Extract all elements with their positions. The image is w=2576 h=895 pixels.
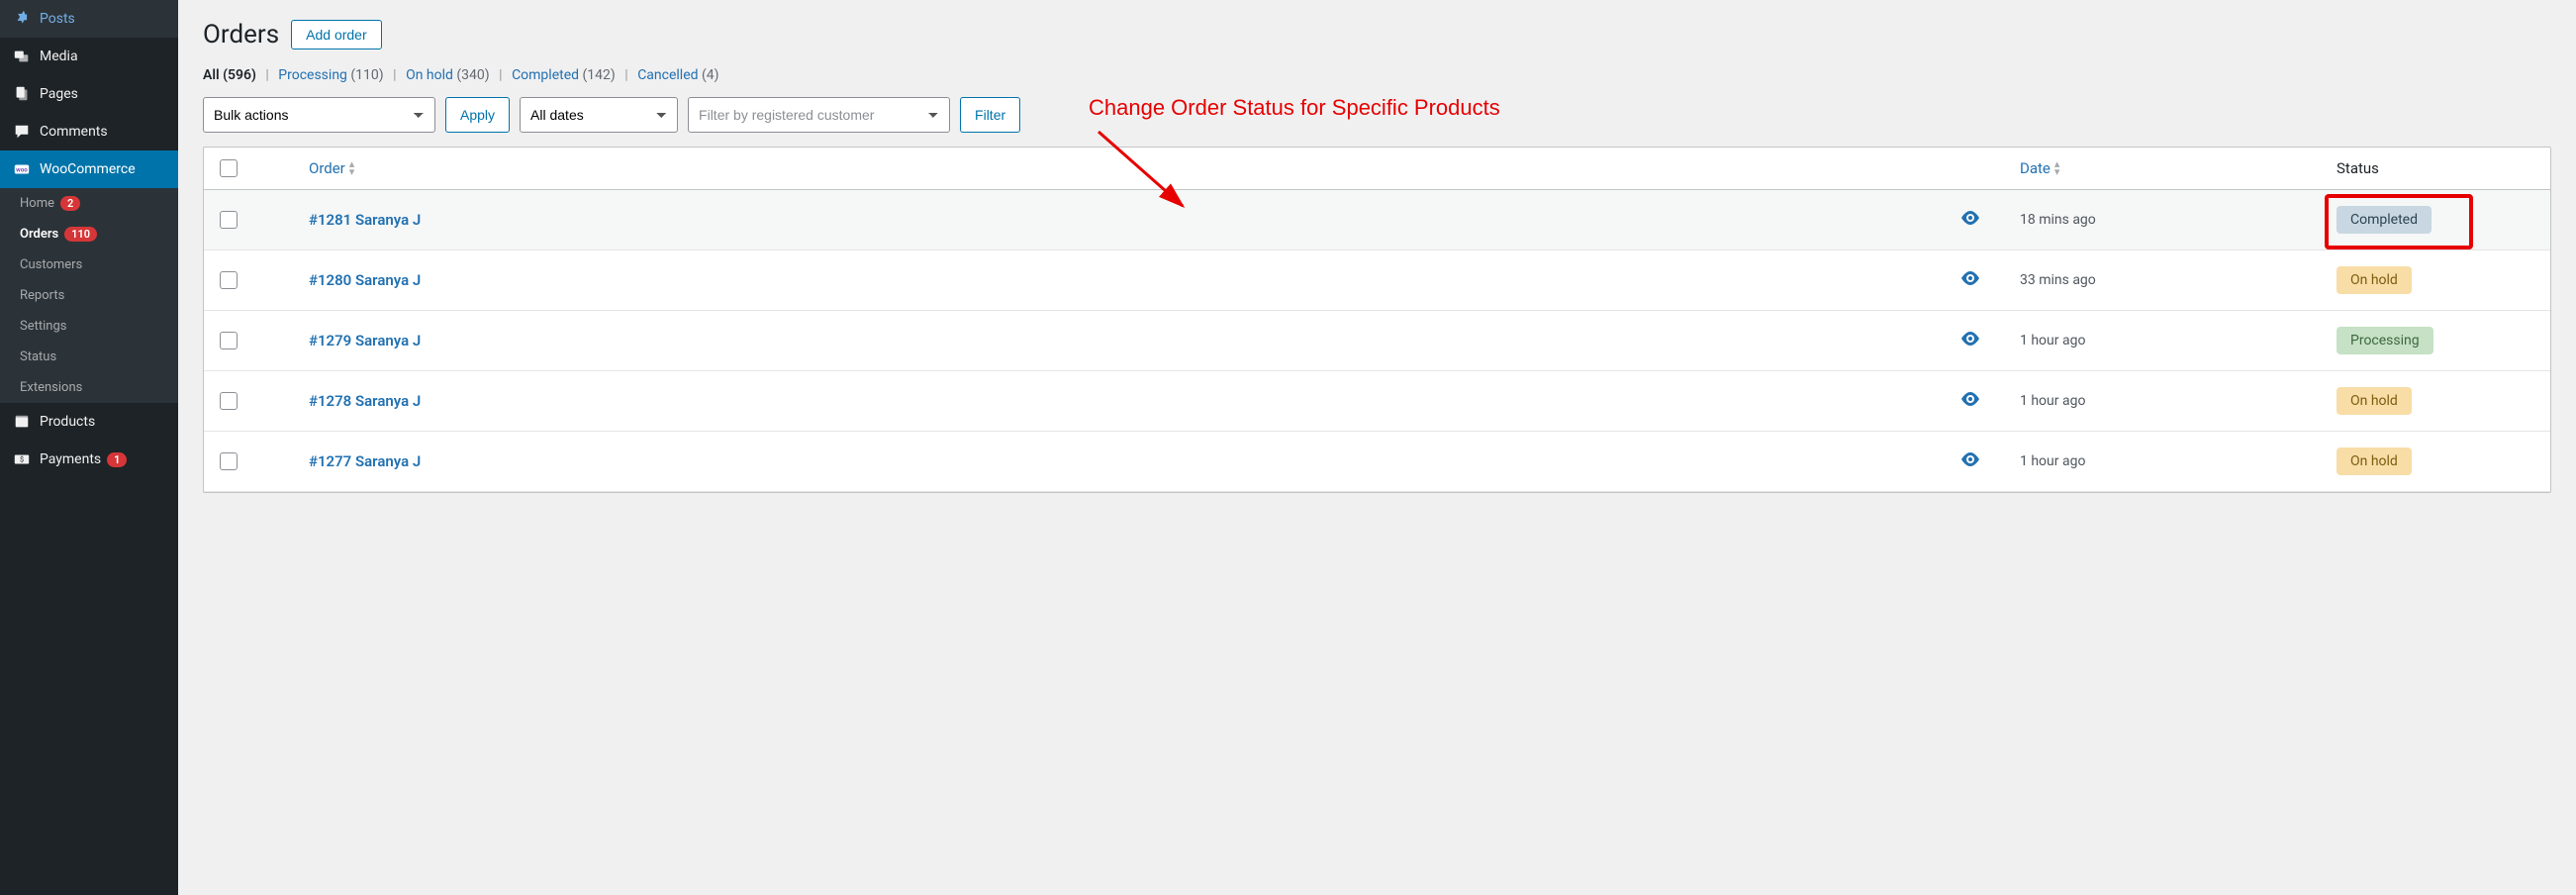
- filter-processing[interactable]: Processing (110): [278, 67, 383, 83]
- apply-button[interactable]: Apply: [445, 97, 510, 133]
- annotation-text: Change Order Status for Specific Product…: [1089, 95, 1500, 121]
- filter-onhold[interactable]: On hold (340): [406, 67, 490, 83]
- table-row[interactable]: #1280 Saranya J 33 mins ago On hold: [204, 250, 2550, 311]
- status-filters: All (596) | Processing (110) | On hold (…: [203, 67, 2551, 83]
- submenu-orders[interactable]: Orders110: [0, 219, 178, 249]
- sidebar-item-posts[interactable]: Posts: [0, 0, 178, 38]
- badge: 110: [64, 227, 97, 242]
- status-badge: Completed: [2337, 206, 2432, 234]
- sidebar-item-comments[interactable]: Comments: [0, 113, 178, 150]
- row-checkbox[interactable]: [220, 332, 238, 349]
- column-status: Status: [2337, 159, 2534, 177]
- woo-submenu: Home2 Orders110 Customers Reports Settin…: [0, 188, 178, 403]
- bulk-actions-select[interactable]: Bulk actions: [203, 97, 435, 133]
- table-toolbar: Bulk actions Apply All dates Filter by r…: [203, 97, 2551, 133]
- table-row[interactable]: #1281 Saranya J 18 mins ago Completed: [204, 190, 2550, 250]
- sidebar-label: Pages: [40, 86, 78, 102]
- column-date[interactable]: Date▴▾: [2020, 159, 2337, 177]
- admin-sidebar: Posts Media Pages Comments woo WooCommer…: [0, 0, 178, 895]
- payments-icon: $: [12, 450, 32, 468]
- sidebar-label: Media: [40, 49, 78, 64]
- status-badge: Processing: [2337, 327, 2433, 354]
- sidebar-label: Comments: [40, 124, 108, 140]
- sidebar-label: Posts: [40, 11, 75, 27]
- sidebar-item-woocommerce[interactable]: woo WooCommerce: [0, 150, 178, 188]
- media-icon: [12, 48, 32, 65]
- page-header: Orders Add order: [203, 20, 2551, 50]
- filter-cancelled[interactable]: Cancelled (4): [637, 67, 718, 83]
- customer-filter-select[interactable]: Filter by registered customer: [688, 97, 950, 133]
- submenu-settings[interactable]: Settings: [0, 311, 178, 342]
- select-all-checkbox[interactable]: [220, 159, 238, 177]
- order-date: 18 mins ago: [2020, 212, 2096, 228]
- order-link[interactable]: #1280 Saranya J: [309, 271, 421, 289]
- sidebar-item-products[interactable]: Products: [0, 403, 178, 441]
- sort-icon: ▴▾: [349, 160, 355, 175]
- main-content: Orders Add order All (596) | Processing …: [178, 0, 2576, 895]
- table-header: Order▴▾ Date▴▾ Status: [204, 148, 2550, 190]
- preview-icon[interactable]: [1960, 213, 1980, 229]
- preview-icon[interactable]: [1960, 273, 1980, 289]
- status-badge: On hold: [2337, 266, 2412, 294]
- status-badge: On hold: [2337, 448, 2412, 475]
- order-date: 33 mins ago: [2020, 272, 2096, 288]
- submenu-home[interactable]: Home2: [0, 188, 178, 219]
- sidebar-item-pages[interactable]: Pages: [0, 75, 178, 113]
- preview-icon[interactable]: [1960, 334, 1980, 349]
- row-checkbox[interactable]: [220, 211, 238, 229]
- svg-text:$: $: [20, 455, 24, 464]
- sidebar-label: Products: [40, 414, 95, 430]
- comments-icon: [12, 123, 32, 141]
- page-title: Orders: [203, 20, 279, 50]
- table-row[interactable]: #1279 Saranya J 1 hour ago Processing: [204, 311, 2550, 371]
- woo-icon: woo: [12, 160, 32, 178]
- row-checkbox[interactable]: [220, 271, 238, 289]
- products-icon: [12, 413, 32, 431]
- filter-all[interactable]: All (596): [203, 67, 256, 83]
- submenu-extensions[interactable]: Extensions: [0, 372, 178, 403]
- order-date: 1 hour ago: [2020, 393, 2085, 409]
- add-order-button[interactable]: Add order: [291, 20, 381, 50]
- preview-icon[interactable]: [1960, 454, 1980, 470]
- row-checkbox[interactable]: [220, 392, 238, 410]
- pin-icon: [12, 10, 32, 28]
- badge: 2: [60, 196, 80, 211]
- order-date: 1 hour ago: [2020, 453, 2085, 469]
- svg-text:woo: woo: [16, 166, 28, 174]
- status-badge: On hold: [2337, 387, 2412, 415]
- pages-icon: [12, 85, 32, 103]
- order-link[interactable]: #1277 Saranya J: [309, 452, 421, 470]
- preview-icon[interactable]: [1960, 394, 1980, 410]
- sidebar-item-payments[interactable]: $ Payments 1: [0, 441, 178, 478]
- order-date: 1 hour ago: [2020, 333, 2085, 348]
- annotation-arrow-icon: [1089, 127, 1217, 226]
- order-link[interactable]: #1279 Saranya J: [309, 332, 421, 349]
- dates-select[interactable]: All dates: [520, 97, 678, 133]
- badge: 1: [107, 452, 127, 467]
- sidebar-label: WooCommerce: [40, 161, 136, 177]
- submenu-customers[interactable]: Customers: [0, 249, 178, 280]
- filter-completed[interactable]: Completed (142): [512, 67, 616, 83]
- submenu-status[interactable]: Status: [0, 342, 178, 372]
- order-link[interactable]: #1281 Saranya J: [309, 211, 421, 229]
- sidebar-item-media[interactable]: Media: [0, 38, 178, 75]
- submenu-reports[interactable]: Reports: [0, 280, 178, 311]
- table-row[interactable]: #1278 Saranya J 1 hour ago On hold: [204, 371, 2550, 432]
- sort-icon: ▴▾: [2054, 160, 2060, 175]
- filter-button[interactable]: Filter: [960, 97, 1020, 133]
- row-checkbox[interactable]: [220, 452, 238, 470]
- sidebar-label: Payments: [40, 451, 101, 467]
- orders-table: Order▴▾ Date▴▾ Status #1281 Saranya J 18…: [203, 147, 2551, 493]
- order-link[interactable]: #1278 Saranya J: [309, 392, 421, 410]
- table-row[interactable]: #1277 Saranya J 1 hour ago On hold: [204, 432, 2550, 492]
